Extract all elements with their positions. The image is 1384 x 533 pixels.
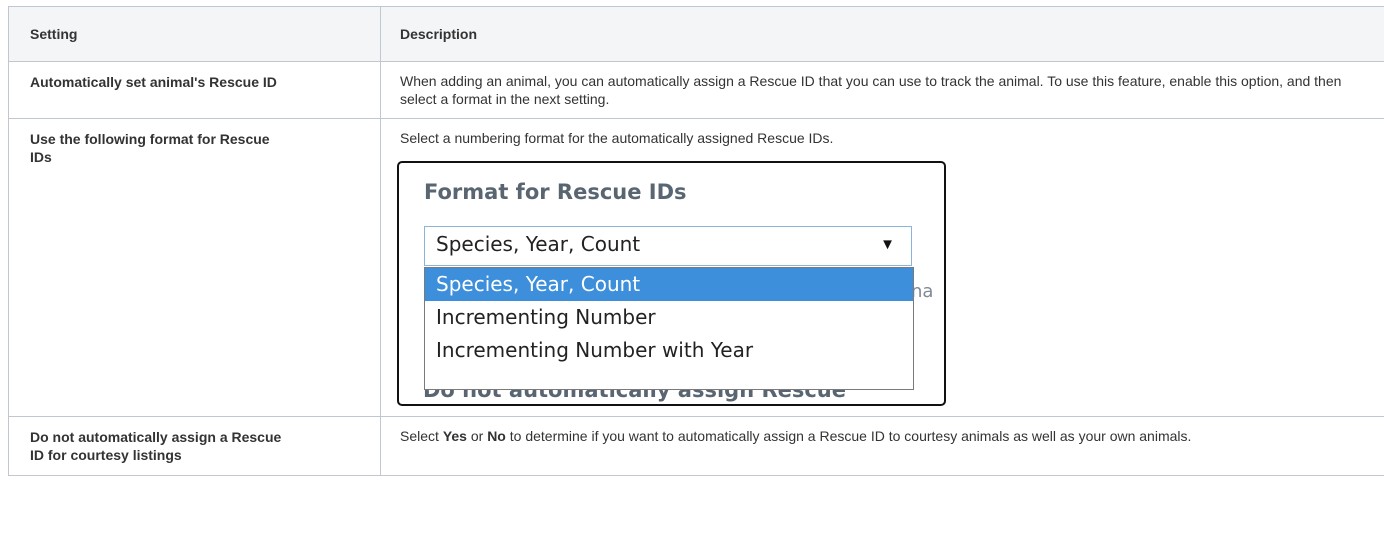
- setting-cell: Use the following format for Rescue IDs: [8, 118, 381, 417]
- option-incrementing-number[interactable]: Incrementing Number: [425, 301, 913, 334]
- setting-description: When adding an animal, you can automatic…: [400, 73, 1342, 107]
- setting-cell: Do not automatically assign a Rescue ID …: [8, 416, 381, 476]
- obscured-text: na: [911, 281, 934, 302]
- format-options-list: Species, Year, Count Incrementing Number…: [424, 267, 914, 390]
- settings-table: Setting Description Automatically set an…: [8, 6, 1384, 476]
- setting-name: Do not automatically assign a Rescue ID …: [30, 429, 282, 463]
- description-cell: Select a numbering format for the automa…: [380, 118, 1384, 417]
- description-cell: When adding an animal, you can automatic…: [380, 61, 1384, 119]
- header-description: Description: [380, 6, 1384, 62]
- yes-text: Yes: [442, 428, 467, 444]
- no-text: No: [487, 428, 506, 444]
- table-row: Automatically set animal's Rescue ID Whe…: [8, 61, 1384, 119]
- triangle-down-icon: ▼: [880, 236, 895, 253]
- setting-cell: Automatically set animal's Rescue ID: [8, 61, 381, 119]
- setting-name: Use the following format for Rescue IDs: [30, 131, 270, 165]
- option-species-year-count[interactable]: Species, Year, Count: [425, 268, 913, 301]
- header-setting: Setting: [8, 6, 381, 62]
- table-row: Do not automatically assign a Rescue ID …: [8, 416, 1384, 476]
- format-heading: Format for Rescue IDs: [424, 180, 687, 204]
- format-select[interactable]: Species, Year, Count ▼: [424, 226, 912, 266]
- setting-name: Automatically set animal's Rescue ID: [30, 74, 277, 90]
- format-dropdown-screenshot: Format for Rescue IDs Species, Year, Cou…: [397, 161, 946, 406]
- setting-description: Select a numbering format for the automa…: [400, 130, 834, 146]
- description-cell: Select Yes or No to determine if you wan…: [380, 416, 1384, 476]
- table-header-row: Setting Description: [8, 6, 1384, 62]
- option-incrementing-number-with-year[interactable]: Incrementing Number with Year: [425, 334, 913, 367]
- table-row: Use the following format for Rescue IDs …: [8, 118, 1384, 417]
- select-value: Species, Year, Count: [436, 232, 641, 256]
- setting-description: Select Yes or No to determine if you wan…: [400, 428, 1192, 444]
